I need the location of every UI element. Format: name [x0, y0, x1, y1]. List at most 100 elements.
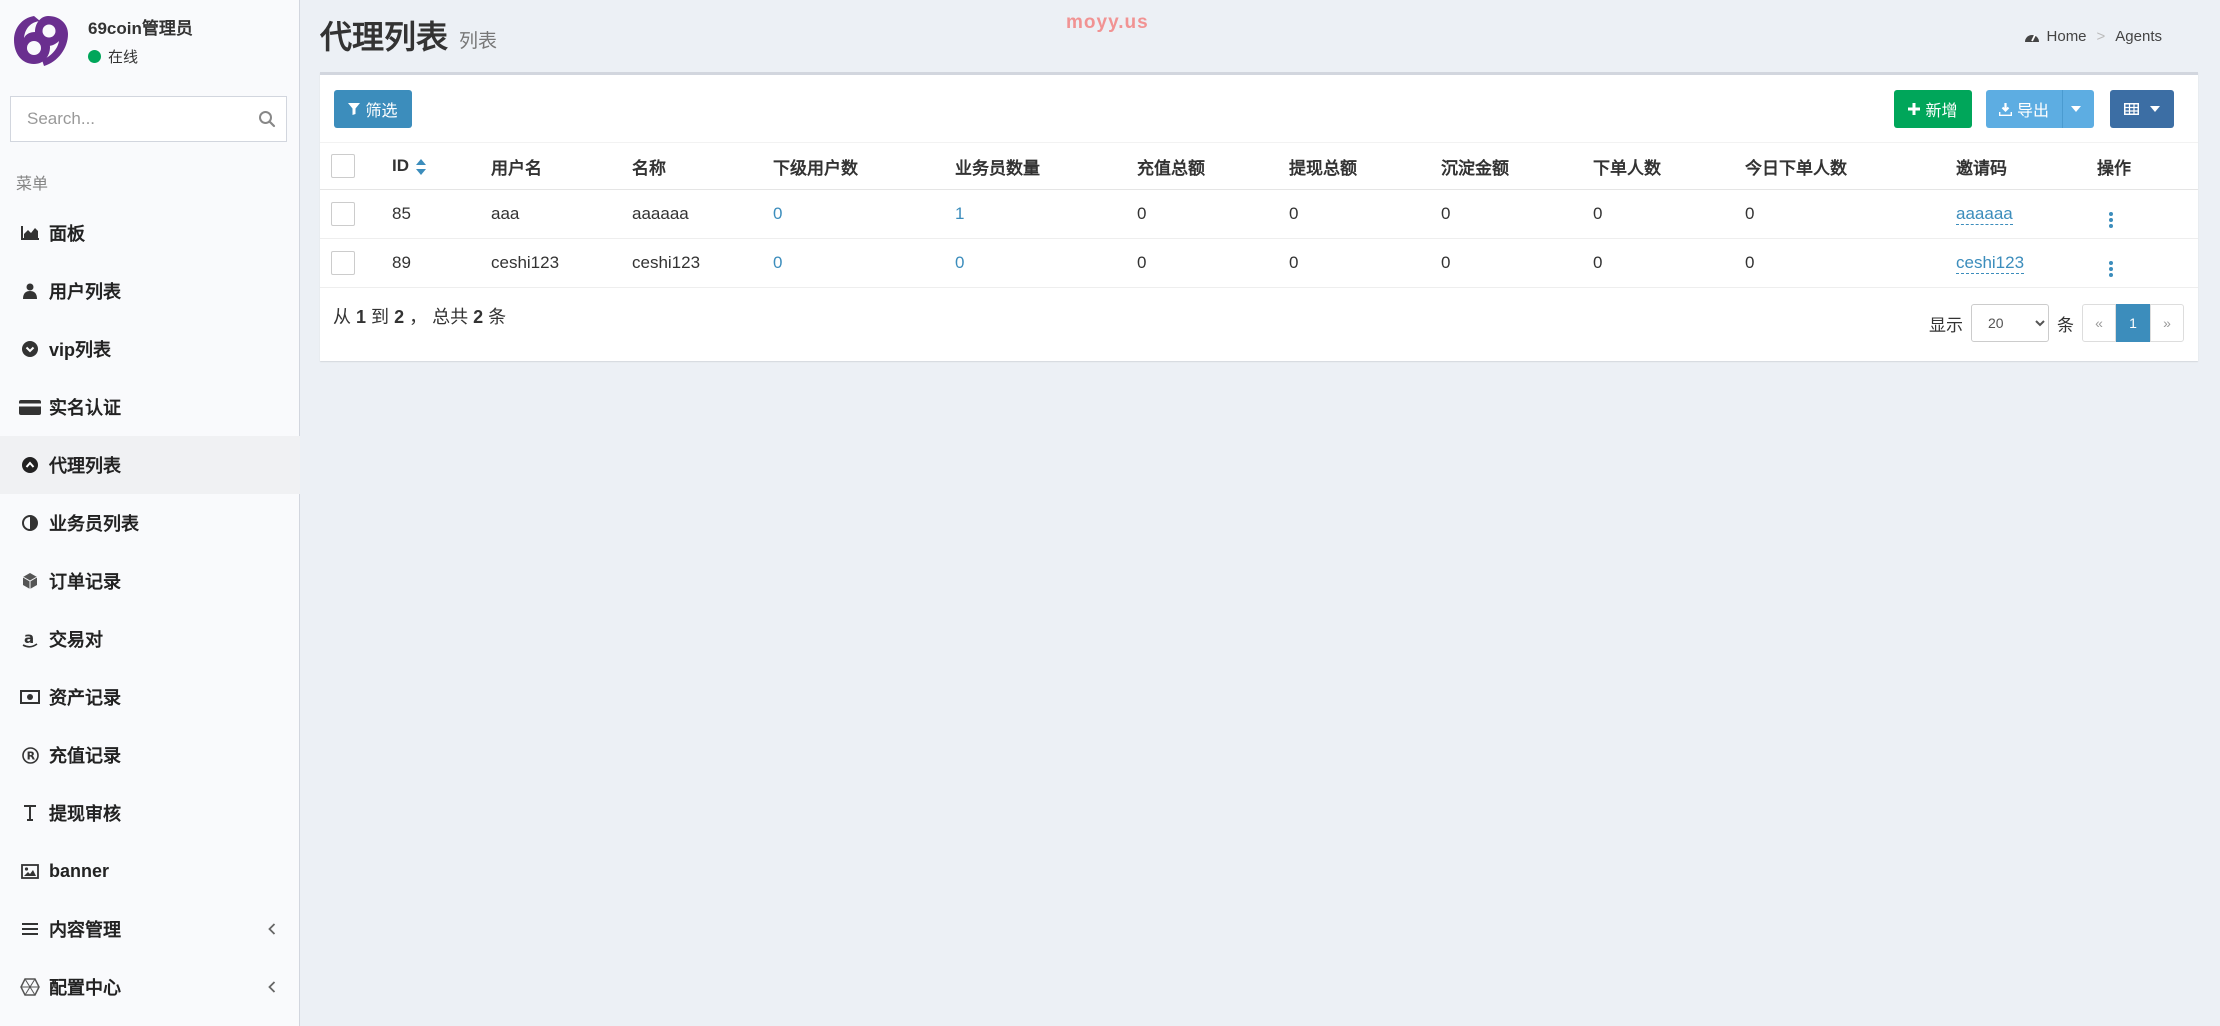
salesmen-link[interactable]: 0 — [955, 253, 964, 272]
sidebar-item-assets[interactable]: 资产记录 — [0, 668, 300, 726]
column-header-name: 名称 — [632, 142, 773, 190]
sidebar-item-vip[interactable]: vip列表 — [0, 320, 300, 378]
user-icon — [19, 280, 41, 302]
breadcrumb-home[interactable]: Home — [2047, 28, 2087, 45]
user-status: 在线 — [88, 46, 138, 67]
cell-withdraw: 0 — [1289, 189, 1441, 239]
breadcrumb: Home > Agents — [2024, 28, 2162, 45]
registered-icon: R — [19, 744, 41, 766]
add-button[interactable]: 新增 — [1894, 90, 1972, 128]
sidebar-item-content[interactable]: 内容管理 — [0, 900, 300, 958]
user-status-label: 在线 — [108, 49, 139, 66]
pagination-info: 从 1 到 2 ， 总共 2 条 — [333, 307, 507, 327]
column-header-deposit-amount: 沉淀金额 — [1441, 142, 1593, 190]
page-size-label: 显示 — [1929, 315, 1963, 335]
online-status-dot-icon — [88, 50, 101, 63]
table-header-row: ID 用户名 名称 下级用户数 业务员数量 充值总额 提现总额 沉淀金额 下单人… — [320, 142, 2198, 190]
salesmen-link[interactable]: 1 — [955, 204, 964, 223]
menu-header: 菜单 — [16, 176, 49, 193]
cell-name: ceshi123 — [632, 238, 773, 288]
sub-users-link[interactable]: 0 — [773, 253, 782, 272]
row-checkbox[interactable] — [331, 251, 355, 275]
cell-username: ceshi123 — [491, 238, 632, 288]
cell-username: aaa — [491, 189, 632, 239]
sidebar-item-label: 代理列表 — [49, 456, 121, 476]
sidebar-item-salesmen[interactable]: 业务员列表 — [0, 494, 300, 552]
export-dropdown-toggle[interactable] — [2062, 90, 2094, 128]
pagination: « 1 » — [2082, 304, 2184, 342]
columns-toggle-button[interactable] — [2110, 90, 2174, 128]
svg-text:R: R — [26, 749, 35, 762]
page-1-button[interactable]: 1 — [2116, 304, 2150, 342]
column-header-id[interactable]: ID — [392, 142, 491, 190]
breadcrumb-current: Agents — [2115, 28, 2162, 45]
cell-name: aaaaaa — [632, 189, 773, 239]
table-row: 89 ceshi123 ceshi123 0 0 0 0 0 0 0 ceshi… — [320, 238, 2198, 288]
download-icon — [1998, 102, 2012, 116]
sidebar-search — [10, 96, 287, 142]
search-button[interactable] — [248, 97, 286, 141]
user-panel: 69coin管理员 在线 — [0, 0, 300, 80]
sidebar-item-banner[interactable]: banner — [0, 842, 300, 900]
column-header-today-order-users: 今日下单人数 — [1745, 142, 1956, 190]
caret-down-icon — [2150, 106, 2160, 112]
column-header-invite-code: 邀请码 — [1956, 142, 2097, 190]
invite-code-link[interactable]: aaaaaa — [1956, 204, 2013, 225]
cell-order-users: 0 — [1593, 238, 1745, 288]
add-button-label: 新增 — [1925, 103, 1958, 120]
filter-button[interactable]: 筛选 — [334, 90, 412, 128]
cell-withdraw: 0 — [1289, 238, 1441, 288]
sidebar-item-trading-pairs[interactable]: a 交易对 — [0, 610, 300, 668]
sidebar-item-label: 提现审核 — [49, 804, 121, 824]
sidebar: 69coin管理员 在线 菜单 面板 用户列表 vip列表 实名认证 — [0, 0, 300, 1026]
filter-button-label: 筛选 — [365, 103, 398, 120]
column-header-recharge-total: 充值总额 — [1137, 142, 1289, 190]
plus-icon — [1908, 103, 1921, 115]
list-icon — [19, 918, 41, 940]
sidebar-item-verification[interactable]: 实名认证 — [0, 378, 300, 436]
sidebar-item-recharge[interactable]: R 充值记录 — [0, 726, 300, 784]
sidebar-item-label: 配置中心 — [49, 978, 121, 998]
money-icon — [19, 686, 41, 708]
export-button-label: 导出 — [2016, 103, 2049, 120]
sub-users-link[interactable]: 0 — [773, 204, 782, 223]
column-header-username: 用户名 — [491, 142, 632, 190]
page-size-select[interactable]: 20 — [1971, 304, 2049, 342]
sidebar-item-orders[interactable]: 订单记录 — [0, 552, 300, 610]
export-button[interactable]: 导出 — [1986, 90, 2062, 128]
arrow-circle-up-icon — [19, 454, 41, 476]
invite-code-link[interactable]: ceshi123 — [1956, 253, 2025, 274]
row-checkbox[interactable] — [331, 202, 355, 226]
sidebar-item-label: 内容管理 — [49, 920, 121, 940]
cell-recharge: 0 — [1137, 238, 1289, 288]
search-input[interactable] — [11, 97, 248, 141]
select-all-checkbox[interactable] — [331, 154, 355, 178]
sidebar-item-label: 资产记录 — [49, 688, 121, 708]
sidebar-item-label: banner — [49, 860, 110, 881]
caret-down-icon — [2071, 106, 2081, 112]
sidebar-item-agents[interactable]: 代理列表 — [0, 436, 300, 494]
prev-page-button[interactable]: « — [2082, 304, 2116, 342]
sidebar-item-label: 业务员列表 — [49, 514, 139, 534]
sidebar-item-label: 面板 — [49, 224, 85, 244]
row-actions-menu-icon[interactable] — [2109, 260, 2113, 277]
row-actions-menu-icon[interactable] — [2109, 211, 2113, 228]
chevron-left-icon — [268, 977, 276, 998]
column-header-withdraw-total: 提现总额 — [1289, 142, 1441, 190]
credit-card-icon — [19, 396, 41, 418]
sort-icon — [416, 158, 426, 175]
brand-logo — [14, 16, 68, 66]
agents-panel: 筛选 新增 导出 ID 用户名 名称 下级用户数 业务员数量 充值总额 提现总额… — [320, 72, 2198, 361]
sidebar-item-label: 用户列表 — [49, 282, 121, 302]
next-page-button[interactable]: » — [2150, 304, 2184, 342]
column-header-sub-users: 下级用户数 — [773, 142, 955, 190]
sidebar-item-label: 实名认证 — [49, 398, 121, 418]
page-size-unit: 条 — [2057, 315, 2074, 335]
cell-recharge: 0 — [1137, 189, 1289, 239]
sidebar-item-config[interactable]: 配置中心 — [0, 958, 300, 1016]
sidebar-item-users[interactable]: 用户列表 — [0, 262, 300, 320]
sidebar-item-label: 充值记录 — [49, 746, 121, 766]
column-header-order-users: 下单人数 — [1593, 142, 1745, 190]
sidebar-item-dashboard[interactable]: 面板 — [0, 204, 300, 262]
sidebar-item-withdraw[interactable]: 提现审核 — [0, 784, 300, 842]
